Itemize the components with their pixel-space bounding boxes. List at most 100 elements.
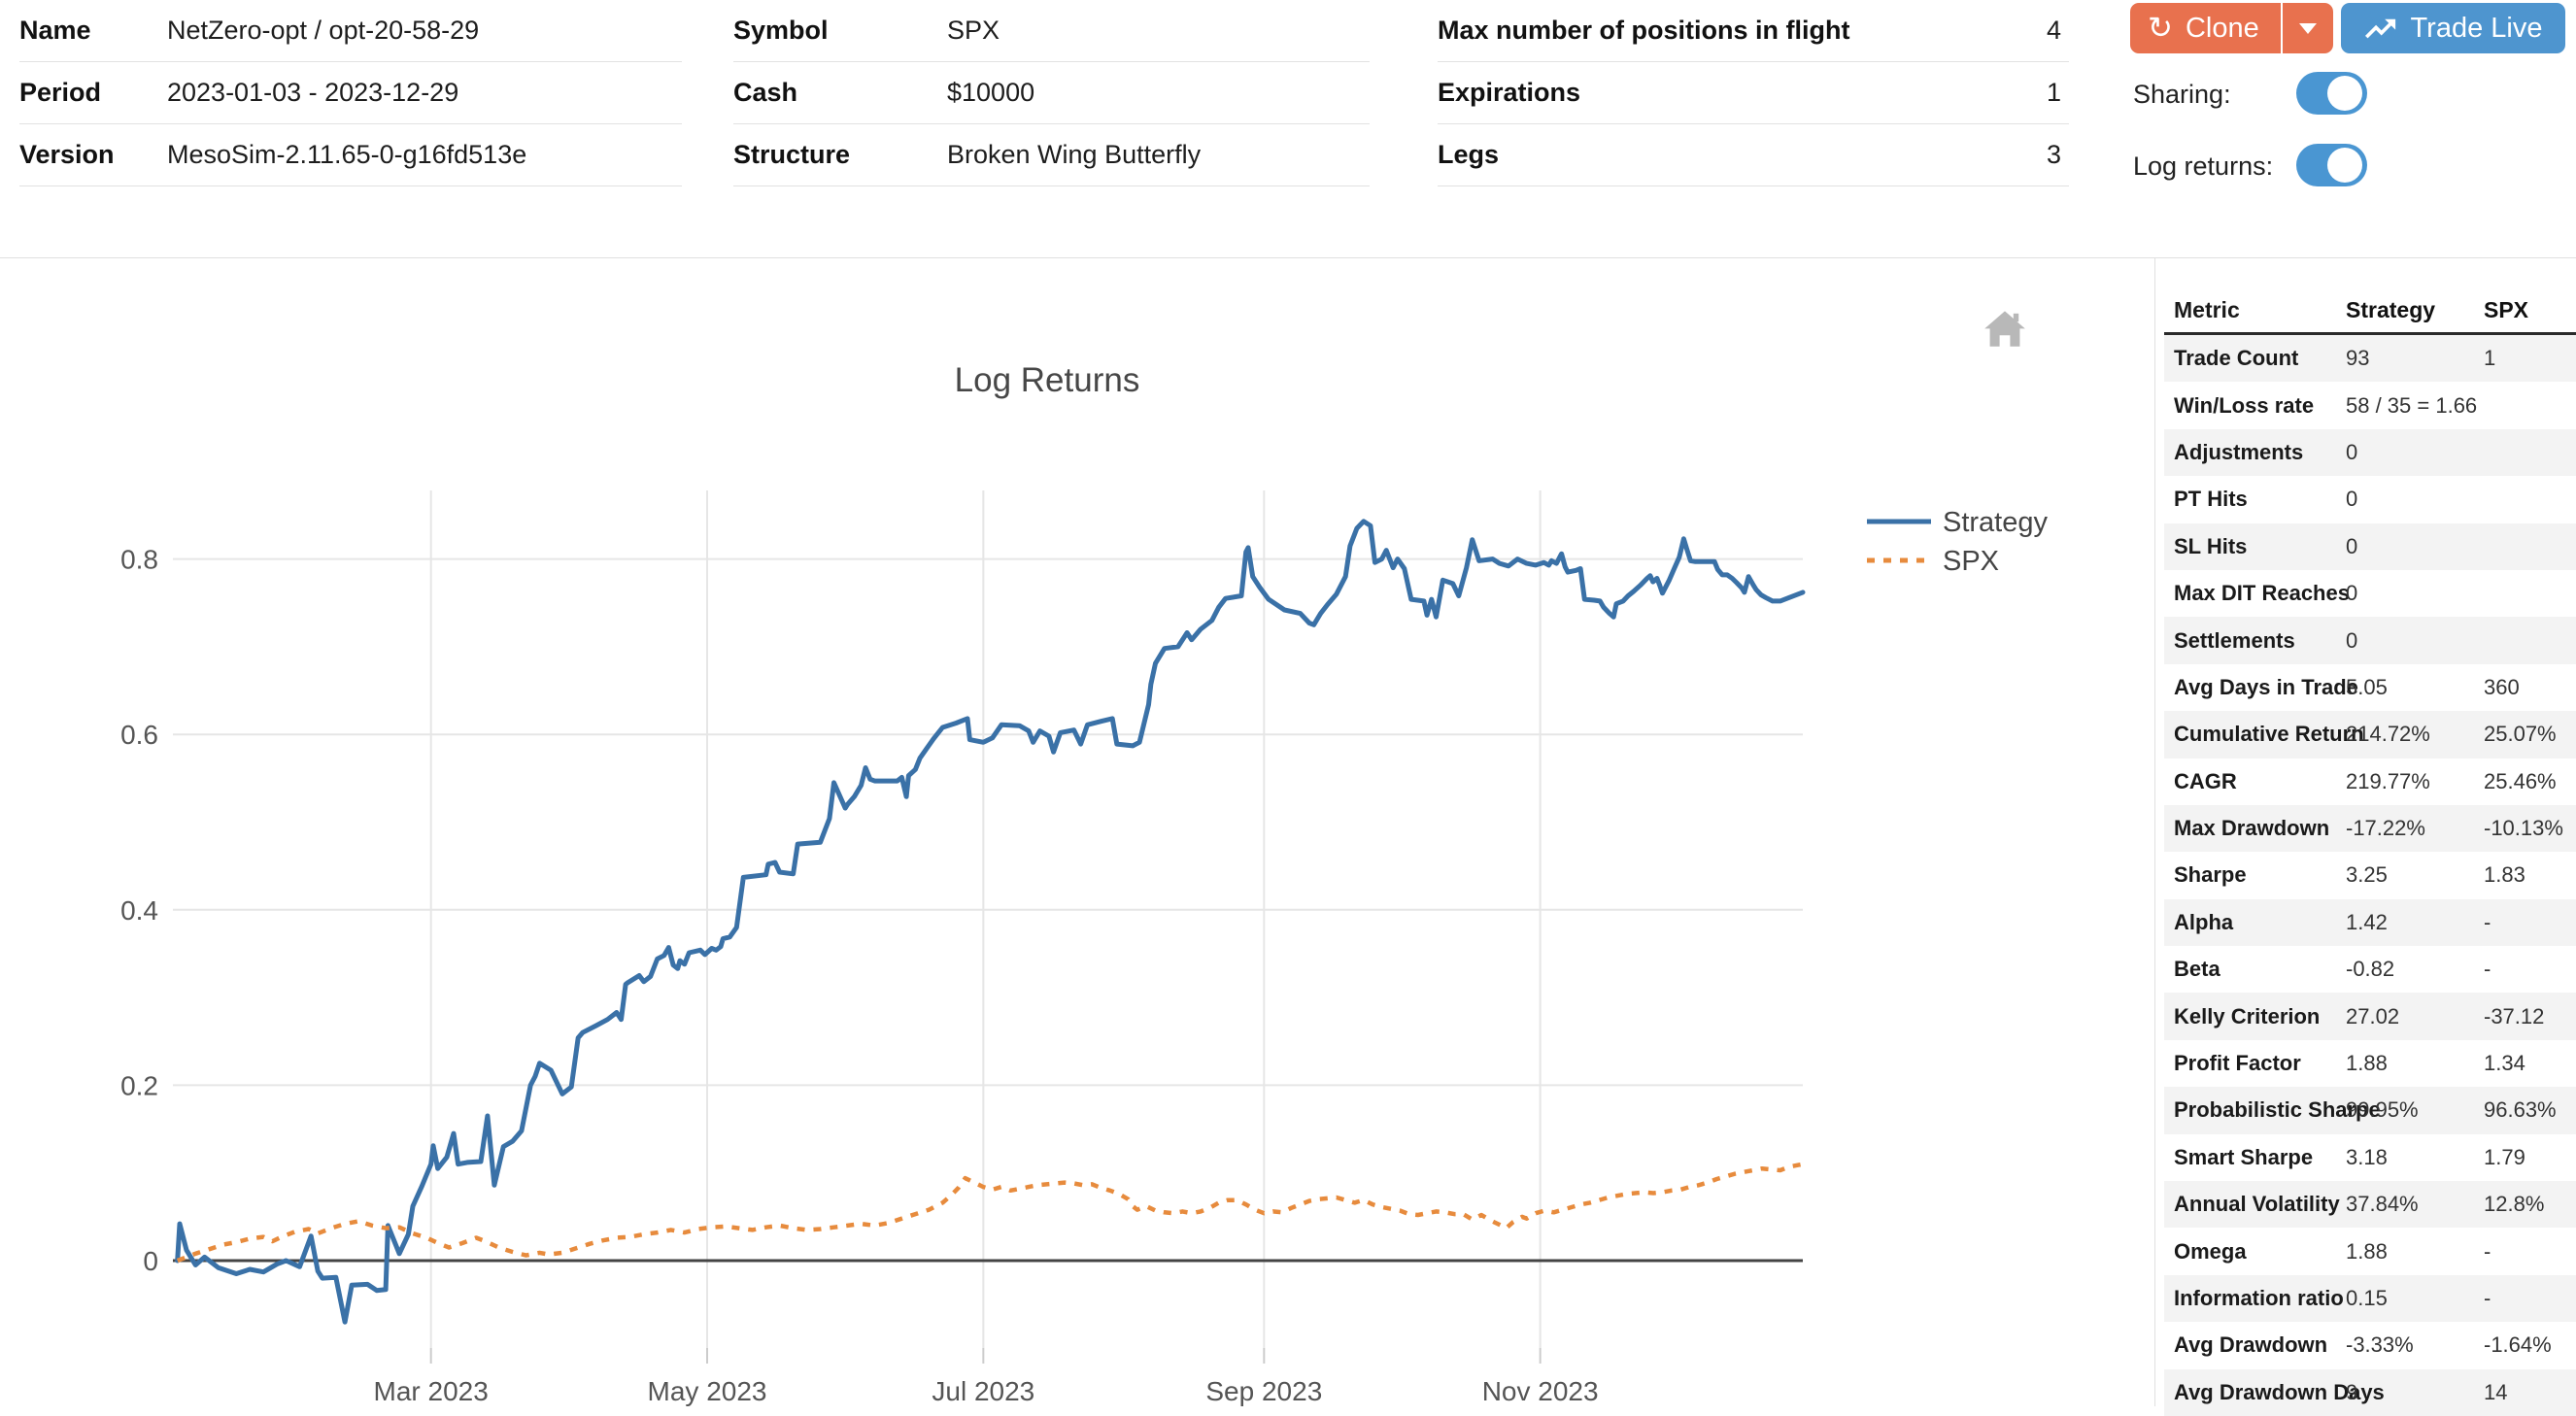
metric-spx-value: -37.12 <box>2484 1004 2576 1029</box>
info-row-value: 3 <box>2047 140 2069 170</box>
metric-row: Avg Days in Trade5.05360 <box>2164 664 2576 711</box>
metric-spx-value: - <box>2484 910 2576 935</box>
metric-name: CAGR <box>2164 769 2346 794</box>
info-row-value: $10000 <box>947 78 1034 108</box>
metric-strategy-value: 58 / 35 = 1.66 <box>2346 393 2484 419</box>
metric-name: Profit Factor <box>2164 1051 2346 1076</box>
x-tick-label: Sep 2023 <box>1205 1376 1322 1406</box>
metric-strategy-value: 27.02 <box>2346 1004 2484 1029</box>
metric-strategy-value: 9 <box>2346 1380 2484 1405</box>
log-returns-toggle[interactable] <box>2296 144 2367 186</box>
metric-strategy-value: -3.33% <box>2346 1332 2484 1358</box>
info-row: SymbolSPX <box>733 0 1370 62</box>
metric-strategy-value: 0.15 <box>2346 1286 2484 1311</box>
metric-strategy-value: -0.82 <box>2346 957 2484 982</box>
metric-spx-value: 360 <box>2484 675 2576 700</box>
metric-row: Profit Factor1.881.34 <box>2164 1040 2576 1087</box>
metric-name: Information ratio <box>2164 1286 2346 1311</box>
metric-row: Information ratio0.15- <box>2164 1275 2576 1322</box>
info-row: Max number of positions in flight4 <box>1438 0 2069 62</box>
metric-row: Beta-0.82- <box>2164 946 2576 993</box>
metrics-header-spx: SPX <box>2484 297 2576 323</box>
metric-strategy-value: 5.05 <box>2346 675 2484 700</box>
metric-row: Adjustments0 <box>2164 429 2576 476</box>
info-row-value: 4 <box>2047 16 2069 46</box>
info-row-label: Legs <box>1438 140 1499 170</box>
metric-row: SL Hits0 <box>2164 523 2576 570</box>
sharing-toggle[interactable] <box>2296 72 2367 115</box>
clone-dropdown-button[interactable] <box>2281 3 2333 53</box>
metric-row: Win/Loss rate58 / 35 = 1.66 <box>2164 382 2576 428</box>
metric-row: Avg Drawdown-3.33%-1.64% <box>2164 1322 2576 1368</box>
metric-spx-value: 96.63% <box>2484 1097 2576 1123</box>
metric-row: Annual Volatility37.84%12.8% <box>2164 1181 2576 1228</box>
metric-strategy-value: 0 <box>2346 534 2484 559</box>
metric-strategy-value: 219.77% <box>2346 769 2484 794</box>
info-row-value: 1 <box>2047 78 2069 108</box>
x-tick-label: Nov 2023 <box>1482 1376 1599 1406</box>
metric-strategy-value: 214.72% <box>2346 722 2484 747</box>
metric-name: Cumulative Return <box>2164 722 2346 747</box>
metric-row: Sharpe3.251.83 <box>2164 852 2576 898</box>
y-tick-label: 0.6 <box>120 720 158 750</box>
clone-sync-icon: ↻ <box>2148 13 2173 43</box>
legend-item-strategy[interactable]: Strategy <box>1867 507 2048 538</box>
clone-button[interactable]: ↻ Clone <box>2130 3 2281 53</box>
metric-name: Sharpe <box>2164 862 2346 888</box>
metric-spx-value: - <box>2484 1239 2576 1264</box>
clone-button-label: Clone <box>2186 13 2259 45</box>
log-returns-chart[interactable]: 00.20.40.60.8Mar 2023May 2023Jul 2023Sep… <box>0 257 2154 1406</box>
metric-name: Avg Days in Trade <box>2164 675 2346 700</box>
metric-spx-value: -1.64% <box>2484 1332 2576 1358</box>
metric-name: Beta <box>2164 957 2346 982</box>
info-table-symbol-cash-structure: SymbolSPXCash$10000StructureBroken Wing … <box>733 0 1370 186</box>
chevron-down-icon <box>2299 23 2317 34</box>
metric-name: Win/Loss rate <box>2164 393 2346 419</box>
log-returns-toggle-label: Log returns: <box>2133 152 2273 182</box>
metric-spx-value: 1.34 <box>2484 1051 2576 1076</box>
x-tick-label: Jul 2023 <box>932 1376 1034 1406</box>
metric-strategy-value: 3.18 <box>2346 1145 2484 1170</box>
metric-spx-value: 25.46% <box>2484 769 2576 794</box>
metric-name: Max DIT Reaches <box>2164 581 2346 606</box>
metrics-header-strategy: Strategy <box>2346 297 2484 323</box>
metric-spx-value: 1.79 <box>2484 1145 2576 1170</box>
metric-strategy-value: 0 <box>2346 440 2484 465</box>
metric-strategy-value: 99.95% <box>2346 1097 2484 1123</box>
info-row-value: Broken Wing Butterfly <box>947 140 1201 170</box>
metric-name: PT Hits <box>2164 487 2346 512</box>
toggle-knob <box>2327 76 2362 111</box>
metric-name: Avg Drawdown <box>2164 1332 2346 1358</box>
metric-row: Omega1.88- <box>2164 1228 2576 1274</box>
metric-row: Max DIT Reaches0 <box>2164 570 2576 617</box>
metric-name: Max Drawdown <box>2164 816 2346 841</box>
metric-name: Settlements <box>2164 628 2346 654</box>
info-table-name-period-version: NameNetZero-opt / opt-20-58-29Period2023… <box>19 0 682 186</box>
trade-live-button[interactable]: Trade Live <box>2341 3 2565 53</box>
metric-name: Annual Volatility <box>2164 1192 2346 1217</box>
metric-row: Cumulative Return214.72%25.07% <box>2164 711 2576 758</box>
legend-item-spx[interactable]: SPX <box>1867 546 1999 577</box>
clone-button-group: ↻ Clone <box>2130 3 2333 53</box>
info-row-label: Version <box>19 140 167 170</box>
metric-row: Kelly Criterion27.02-37.12 <box>2164 993 2576 1039</box>
info-row: Expirations 1 <box>1438 62 2069 124</box>
metric-row: PT Hits0 <box>2164 476 2576 523</box>
metric-row: Probabilistic Sharpe99.95%96.63% <box>2164 1087 2576 1133</box>
info-row-label: Expirations <box>1438 78 1580 108</box>
x-tick-label: May 2023 <box>648 1376 767 1406</box>
metric-strategy-value: 1.88 <box>2346 1239 2484 1264</box>
metric-name: Kelly Criterion <box>2164 1004 2346 1029</box>
info-row-value: MesoSim-2.11.65-0-g16fd513e <box>167 140 526 170</box>
legend-label: SPX <box>1943 546 1999 577</box>
metric-spx-value: 1.83 <box>2484 862 2576 888</box>
trade-live-button-label: Trade Live <box>2411 13 2543 45</box>
info-row-label: Symbol <box>733 16 947 46</box>
metric-row: Alpha1.42- <box>2164 899 2576 946</box>
metric-name: Avg Drawdown Days <box>2164 1380 2346 1405</box>
metric-name: Alpha <box>2164 910 2346 935</box>
metric-name: Probabilistic Sharpe <box>2164 1097 2346 1123</box>
metric-strategy-value: 0 <box>2346 581 2484 606</box>
metric-strategy-value: 93 <box>2346 346 2484 371</box>
metric-row: Smart Sharpe3.181.79 <box>2164 1134 2576 1181</box>
